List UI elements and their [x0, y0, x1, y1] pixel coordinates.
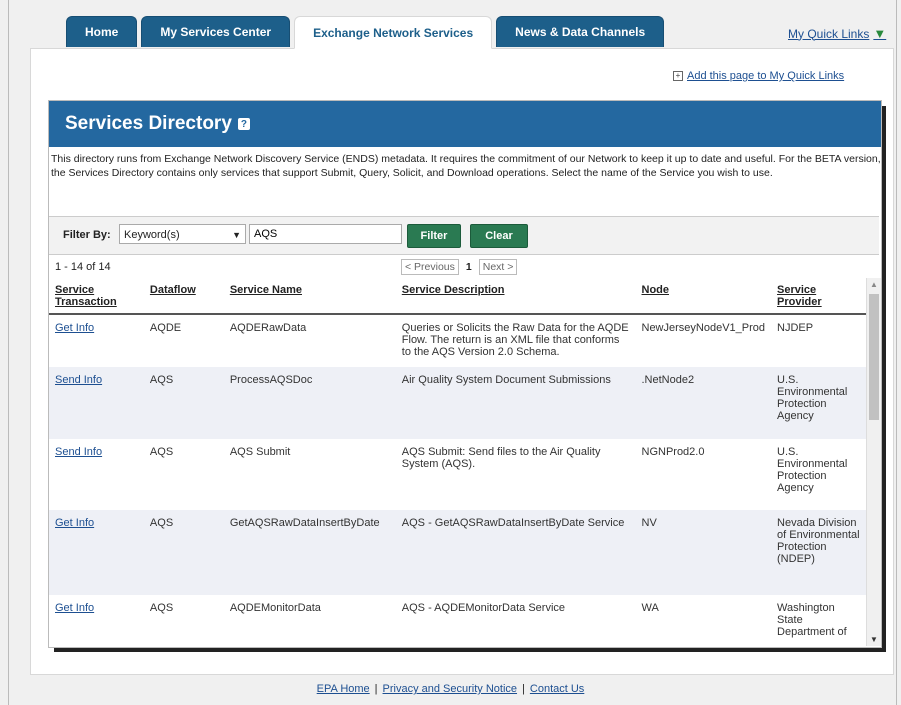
- table-scrollbar[interactable]: ▲ ▼: [866, 278, 881, 646]
- transaction-cell: Get Info: [49, 314, 144, 367]
- col-header-service-name[interactable]: Service Name: [223, 278, 396, 315]
- transaction-cell: Send Info: [49, 367, 144, 439]
- scroll-down-arrow-icon[interactable]: ▼: [867, 635, 881, 644]
- filter-bar: Filter By: Keyword(s) ▼ Filter Clear: [49, 216, 879, 255]
- filter-type-value: Keyword(s): [124, 229, 180, 241]
- dataflow-cell: AQS: [143, 510, 224, 595]
- help-icon[interactable]: ?: [237, 118, 250, 130]
- table-row: Get Info AQS GetAQSRawDataInsertByDate A…: [49, 510, 867, 595]
- chevron-down-icon: ▼: [232, 230, 241, 240]
- table-header-row: Service Transaction Dataflow Service Nam…: [49, 278, 867, 315]
- col-header-node[interactable]: Node: [635, 278, 772, 315]
- table-row: Send Info AQS AQS Submit AQS Submit: Sen…: [49, 439, 867, 510]
- dataflow-cell: AQS: [149, 446, 174, 458]
- footer-link-privacy[interactable]: Privacy and Security Notice: [383, 683, 518, 695]
- my-quick-links-link[interactable]: My Quick Links ▼: [788, 26, 886, 41]
- scroll-thumb[interactable]: [869, 294, 879, 420]
- filter-label: Filter By:: [63, 229, 111, 241]
- add-page-label: Add this page to My Quick Links: [687, 70, 845, 82]
- tab-exchange-network-services[interactable]: Exchange Network Services: [294, 16, 493, 49]
- service-provider-cell: Nevada Division of Environmental Protect…: [771, 510, 867, 595]
- filter-button[interactable]: Filter: [407, 224, 461, 248]
- node-cell: NewJerseyNodeV1_Prod: [641, 322, 766, 334]
- services-table-wrap: Service Transaction Dataflow Service Nam…: [49, 278, 867, 646]
- service-provider-cell: U.S. Environmental Protection Agency: [777, 446, 848, 494]
- table-row: Get Info AQDE AQDERawData Queries or Sol…: [49, 314, 867, 367]
- col-header-service-provider[interactable]: Service Provider: [771, 278, 867, 315]
- clear-button[interactable]: Clear: [470, 224, 528, 248]
- service-provider-cell: Washington State Department of: [777, 602, 847, 638]
- service-name-cell: GetAQSRawDataInsertByDate: [223, 510, 396, 595]
- service-description-cell: Air Quality System Document Submissions: [395, 367, 636, 439]
- node-cell: .NetNode2: [635, 367, 772, 439]
- node-cell: NGNProd2.0: [641, 446, 705, 458]
- transaction-link[interactable]: Get Info: [55, 602, 94, 614]
- footer-separator: |: [374, 683, 378, 695]
- service-description-cell: AQS Submit: Send files to the Air Qualit…: [401, 446, 601, 470]
- pagination: < Previous 1 Next >: [401, 259, 518, 275]
- col-header-service-description[interactable]: Service Description: [395, 278, 636, 315]
- footer: EPA Home | Privacy and Security Notice | Con…: [0, 683, 901, 695]
- transaction-cell: Get Info: [49, 595, 144, 646]
- page-border-left: [8, 0, 9, 705]
- service-description-cell: Queries or Solicits the Raw Data for the…: [401, 322, 629, 358]
- node-cell: NV: [635, 510, 772, 595]
- tab-my-services-center[interactable]: My Services Center: [141, 16, 291, 47]
- previous-page-button[interactable]: < Previous: [401, 259, 459, 275]
- service-name-cell: ProcessAQSDoc: [223, 367, 396, 439]
- service-name-cell: AQDEMonitorData: [229, 602, 321, 614]
- current-page-number: 1: [465, 261, 472, 273]
- table-row: Get Info AQS AQDEMonitorData AQS - AQDEM…: [49, 595, 867, 646]
- keyword-input[interactable]: [249, 224, 402, 244]
- transaction-cell: Send Info: [49, 439, 144, 510]
- quick-links-label: My Quick Links: [788, 26, 870, 41]
- results-info-row: 1 - 14 of 14 < Previous 1 Next >: [49, 259, 879, 277]
- service-description-cell: AQS - AQDEMonitorData Service: [401, 602, 566, 614]
- node-cell: WA: [641, 602, 659, 614]
- main-tabs: Home My Services Center Exchange Network…: [66, 16, 668, 49]
- service-name-cell: AQDERawData: [229, 322, 307, 334]
- page-frame: Home My Services Center Exchange Network…: [0, 0, 901, 705]
- tab-news-data-channels[interactable]: News & Data Channels: [496, 16, 665, 47]
- footer-link-contact-us[interactable]: Contact Us: [530, 683, 584, 695]
- tab-home[interactable]: Home: [66, 16, 138, 47]
- transaction-link[interactable]: Get Info: [55, 517, 94, 529]
- add-to-quick-links-link[interactable]: + Add this page to My Quick Links: [673, 70, 844, 82]
- service-provider-cell: U.S. Environmental Protection Agency: [771, 367, 867, 439]
- service-provider-cell: NJDEP: [777, 322, 814, 334]
- dataflow-cell: AQS: [149, 602, 174, 614]
- services-directory-panel: Services Directory ? This directory runs…: [48, 100, 882, 648]
- table-row: Send Info AQS ProcessAQSDoc Air Quality …: [49, 367, 867, 439]
- triangle-down-icon: ▼: [873, 26, 887, 41]
- service-description-cell: AQS - GetAQSRawDataInsertByDate Service: [395, 510, 636, 595]
- transaction-cell: Get Info: [49, 510, 144, 595]
- col-header-service-transaction[interactable]: Service Transaction: [49, 278, 144, 315]
- transaction-link[interactable]: Send Info: [55, 374, 102, 386]
- footer-link-epa-home[interactable]: EPA Home: [317, 683, 370, 695]
- intro-text: This directory runs from Exchange Networ…: [51, 153, 881, 179]
- dataflow-cell: AQS: [143, 367, 224, 439]
- plus-box-icon: +: [673, 71, 683, 82]
- scroll-up-arrow-icon[interactable]: ▲: [867, 280, 881, 289]
- col-header-dataflow[interactable]: Dataflow: [143, 278, 224, 315]
- transaction-link[interactable]: Get Info: [55, 322, 94, 334]
- footer-separator: |: [522, 683, 525, 695]
- transaction-link[interactable]: Send Info: [55, 446, 102, 458]
- service-name-cell: AQS Submit: [229, 446, 291, 458]
- page-border-right: [896, 0, 897, 705]
- results-count: 1 - 14 of 14: [55, 261, 111, 273]
- page-title: Services Directory: [65, 113, 232, 134]
- filter-type-select[interactable]: Keyword(s) ▼: [119, 224, 246, 244]
- services-table: Service Transaction Dataflow Service Nam…: [49, 278, 867, 646]
- panel-header: Services Directory ?: [49, 101, 881, 147]
- dataflow-cell: AQDE: [149, 322, 182, 334]
- next-page-button[interactable]: Next >: [478, 259, 518, 275]
